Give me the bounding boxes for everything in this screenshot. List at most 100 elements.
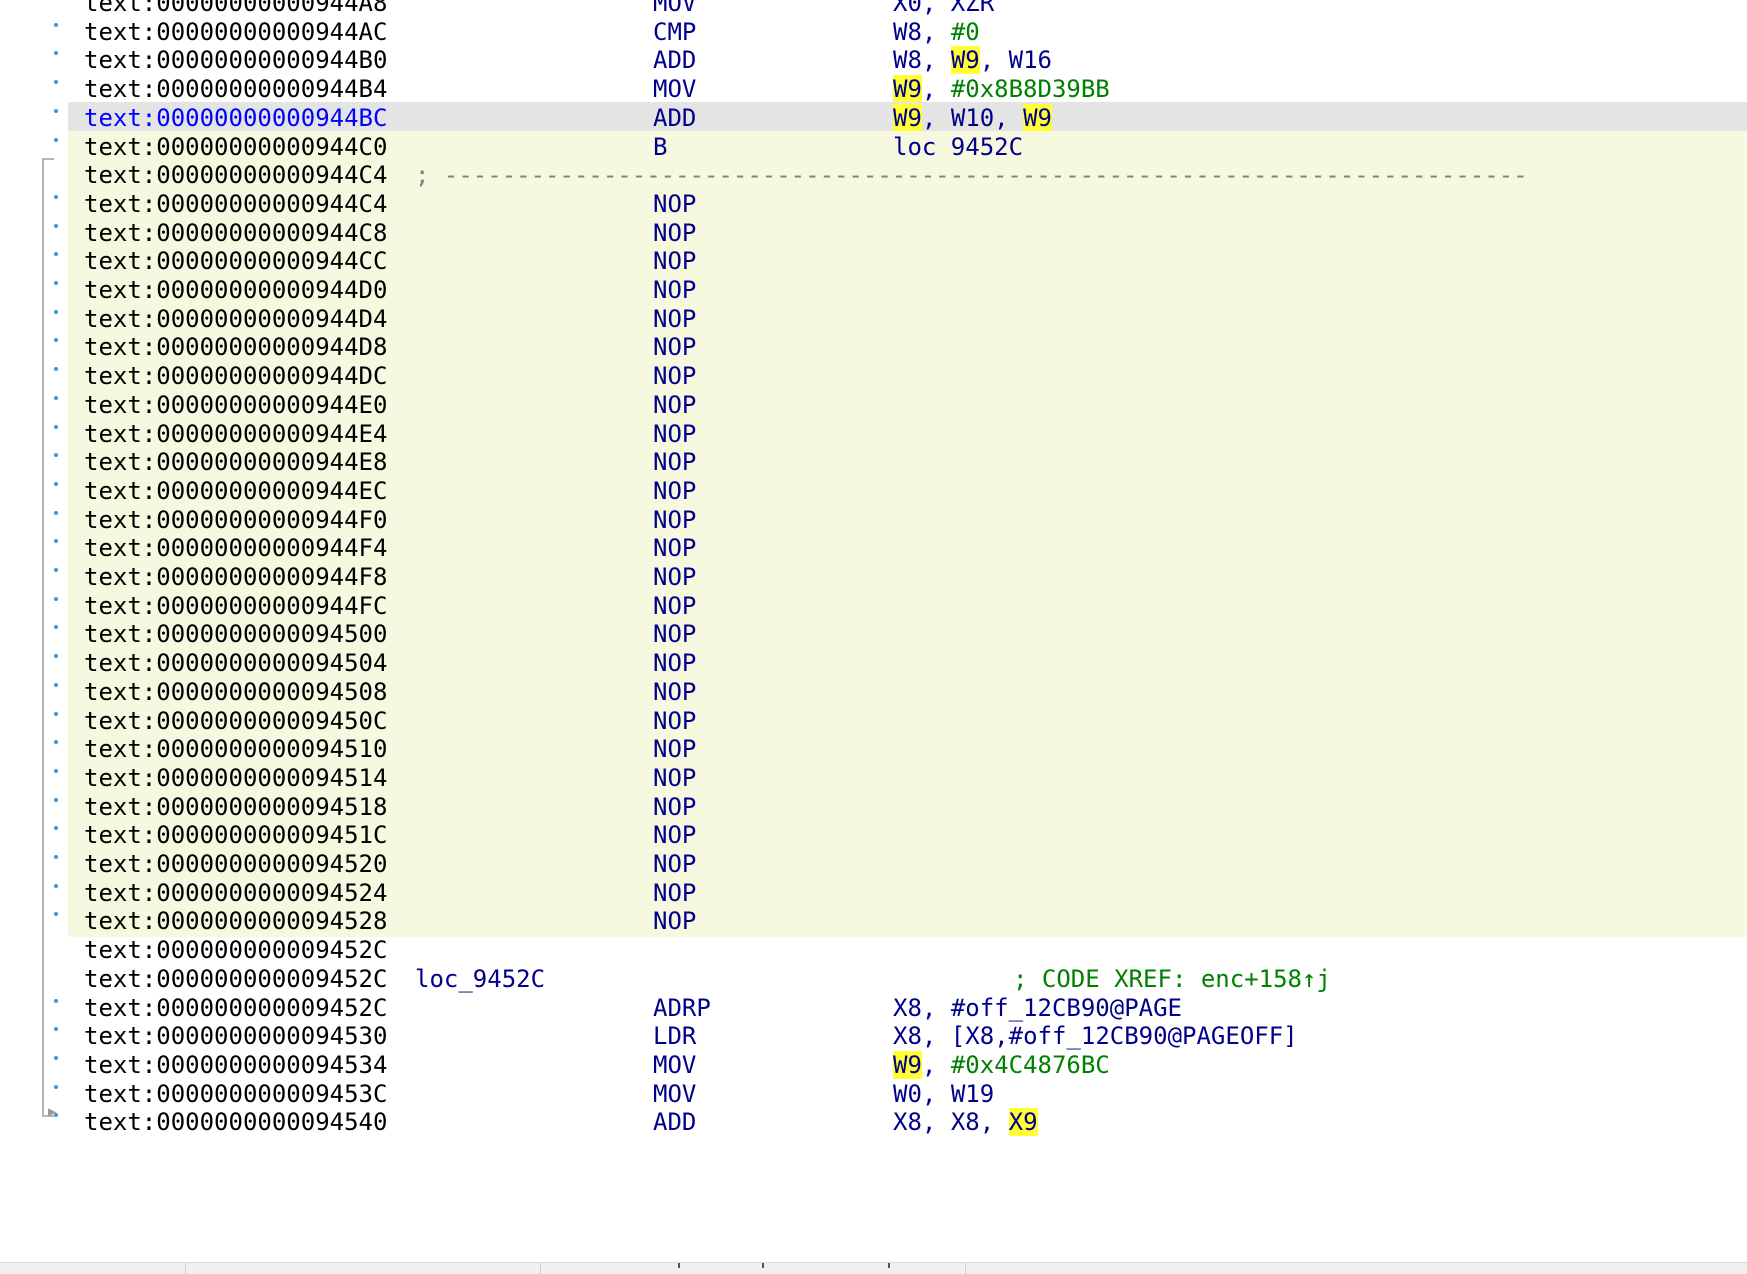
address[interactable]: text:000000000009452C xyxy=(84,934,387,966)
listing-line[interactable]: text:0000000000094524 NOP xyxy=(0,876,1747,909)
address[interactable]: text:000000000009453C xyxy=(84,1078,387,1110)
address[interactable]: text:0000000000094524 xyxy=(84,877,387,909)
operand[interactable]: W9 xyxy=(1023,103,1052,132)
operand[interactable]: W19 xyxy=(951,1080,994,1108)
listing-line[interactable]: text:000000000009450C NOP xyxy=(0,704,1747,737)
operand[interactable]: W9 xyxy=(950,46,980,75)
operand[interactable]: #off_12CB90@PAGEOFF xyxy=(1009,1022,1284,1050)
address[interactable]: text:00000000000944DC xyxy=(84,360,387,392)
address[interactable]: text:00000000000944C4 xyxy=(84,188,387,220)
address[interactable]: text:00000000000944E8 xyxy=(84,446,387,478)
listing-line[interactable]: text:0000000000094508 NOP xyxy=(0,675,1747,708)
mnemonic[interactable]: NOP xyxy=(653,475,696,507)
address[interactable]: text:0000000000094518 xyxy=(84,791,387,823)
mnemonic[interactable]: NOP xyxy=(653,733,696,765)
mnemonic[interactable]: NOP xyxy=(653,905,696,937)
operands[interactable]: W8, W9, W16 xyxy=(893,44,1052,76)
listing-line[interactable]: text:00000000000944D4 NOP xyxy=(0,302,1747,335)
operand[interactable]: W16 xyxy=(1009,46,1052,74)
address[interactable]: text:00000000000944E4 xyxy=(84,418,387,450)
mnemonic[interactable]: NOP xyxy=(653,274,696,306)
listing-line[interactable]: text:00000000000944E0 NOP xyxy=(0,388,1747,421)
mnemonic[interactable]: NOP xyxy=(653,762,696,794)
mnemonic[interactable]: NOP xyxy=(653,446,696,478)
operands[interactable]: W8, #0 xyxy=(893,16,980,48)
mnemonic[interactable]: NOP xyxy=(653,676,696,708)
operand[interactable]: X0, XZR xyxy=(893,0,994,17)
mnemonic[interactable]: NOP xyxy=(653,791,696,823)
operand[interactable]: W9 xyxy=(893,1050,922,1079)
operand[interactable]: W9 xyxy=(893,75,922,104)
address[interactable]: text:0000000000094534 xyxy=(84,1049,387,1081)
address[interactable]: text:00000000000944CC xyxy=(84,245,387,277)
listing-line[interactable]: text:000000000009452C xyxy=(0,934,1747,966)
address[interactable]: text:0000000000094540 xyxy=(84,1106,387,1138)
listing-line[interactable]: text:00000000000944FC NOP xyxy=(0,589,1747,622)
address[interactable]: text:0000000000094504 xyxy=(84,647,387,679)
listing-line[interactable]: text:0000000000094500 NOP xyxy=(0,618,1747,651)
address[interactable]: text:00000000000944EC xyxy=(84,475,387,507)
listing-line[interactable]: text:00000000000944C4 NOP xyxy=(0,187,1747,220)
operands[interactable]: X8, [X8,#off_12CB90@PAGEOFF] xyxy=(893,1020,1298,1052)
listing-line[interactable]: text:00000000000944EC NOP xyxy=(0,474,1747,507)
operand[interactable]: W9 xyxy=(893,103,922,132)
mnemonic[interactable]: NOP xyxy=(653,504,696,536)
listing-line[interactable]: text:00000000000944F0 NOP xyxy=(0,503,1747,536)
operand[interactable]: X8 xyxy=(951,1108,980,1136)
listing-line[interactable]: text:000000000009452C ADRP X8, #off_12CB90… xyxy=(0,992,1747,1024)
mnemonic[interactable]: NOP xyxy=(653,618,696,650)
address[interactable]: text:00000000000944F0 xyxy=(84,504,387,536)
listing-line[interactable]: text:00000000000944F4 NOP xyxy=(0,532,1747,565)
address[interactable]: text:0000000000094500 xyxy=(84,618,387,650)
listing-line[interactable]: text:00000000000944AC CMP W8, #0 xyxy=(0,16,1747,48)
listing-line[interactable]: text:00000000000944CC NOP xyxy=(0,245,1747,278)
address[interactable]: text:00000000000944C8 xyxy=(84,217,387,249)
operands[interactable]: X8, #off_12CB90@PAGE xyxy=(893,992,1182,1024)
operand[interactable]: W8 xyxy=(893,46,922,74)
listing-line[interactable]: text:00000000000944B4 MOV W9, #0x8B8D39BB xyxy=(0,73,1747,105)
address[interactable]: text:00000000000944F8 xyxy=(84,561,387,593)
operand[interactable]: X9 xyxy=(1008,1108,1038,1137)
mnemonic[interactable]: NOP xyxy=(653,819,696,851)
mnemonic[interactable]: ADD xyxy=(653,44,696,76)
mnemonic[interactable]: NOP xyxy=(653,848,696,880)
address[interactable]: text:0000000000094520 xyxy=(84,848,387,880)
address[interactable]: text:0000000000094530 xyxy=(84,1020,387,1052)
mnemonic[interactable]: MOV xyxy=(653,73,696,105)
operand[interactable]: W8 xyxy=(893,18,922,46)
operands[interactable]: loc_9452C xyxy=(893,131,1023,163)
listing-line[interactable]: text:000000000009453C MOV W0, W19 xyxy=(0,1078,1747,1110)
listing-line[interactable]: text:0000000000094534 MOV W9, #0x4C4876BC xyxy=(0,1049,1747,1081)
mnemonic[interactable]: NOP xyxy=(653,561,696,593)
mnemonic[interactable]: NOP xyxy=(653,532,696,564)
mnemonic[interactable]: MOV xyxy=(653,1049,696,1081)
address[interactable]: text:00000000000944D8 xyxy=(84,331,387,363)
mnemonic[interactable]: NOP xyxy=(653,418,696,450)
listing-line[interactable]: text:0000000000094520 NOP xyxy=(0,848,1747,880)
address[interactable]: text:00000000000944FC xyxy=(84,590,387,622)
operand[interactable]: #off_12CB90@PAGE xyxy=(951,994,1182,1022)
mnemonic[interactable]: B xyxy=(653,131,667,163)
immediate-operand[interactable]: #0x4C4876BC xyxy=(951,1051,1110,1079)
address[interactable]: text:00000000000944F4 xyxy=(84,532,387,564)
mnemonic[interactable]: NOP xyxy=(653,647,696,679)
address[interactable]: text:0000000000094528 xyxy=(84,905,387,937)
immediate-operand[interactable]: #0 xyxy=(951,18,980,46)
address[interactable]: text:0000000000094508 xyxy=(84,676,387,708)
mnemonic[interactable]: NOP xyxy=(653,188,696,220)
mnemonic[interactable]: LDR xyxy=(653,1020,696,1052)
address[interactable]: text:000000000009450C xyxy=(84,705,387,737)
address[interactable]: text:00000000000944B4 xyxy=(84,73,387,105)
mnemonic[interactable]: NOP xyxy=(653,360,696,392)
operand[interactable]: W0 xyxy=(893,1080,922,1108)
address[interactable]: text:0000000000094510 xyxy=(84,733,387,765)
operand[interactable]: X8 xyxy=(965,1022,994,1050)
address[interactable]: text:000000000009452C xyxy=(84,963,387,995)
operands[interactable]: W9, W10, W9 xyxy=(893,102,1052,134)
address[interactable]: text:00000000000944AC xyxy=(84,16,387,48)
listing-line[interactable]: text:0000000000094530 LDR X8, [X8,#off_12C… xyxy=(0,1020,1747,1052)
mnemonic[interactable]: MOV xyxy=(653,1078,696,1110)
mnemonic[interactable]: NOP xyxy=(653,303,696,335)
mnemonic[interactable]: NOP xyxy=(653,389,696,421)
address[interactable]: text:000000000009451C xyxy=(84,819,387,851)
